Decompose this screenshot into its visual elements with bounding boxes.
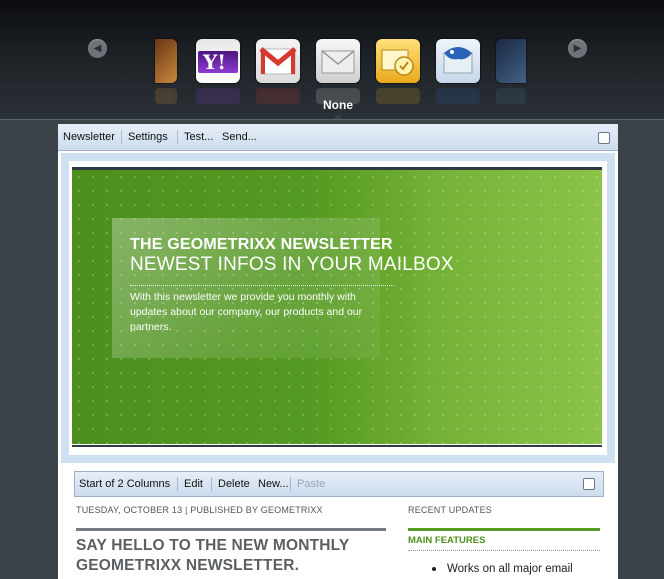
newsletter-editor: Newsletter Settings Test... Send... THE … xyxy=(58,124,618,579)
partial-right-client-icon[interactable] xyxy=(496,39,526,83)
toolbar-separator xyxy=(211,477,212,491)
test-button[interactable]: Test... xyxy=(184,131,213,143)
toolbar-separator xyxy=(177,477,178,491)
plain-envelope-icon[interactable] xyxy=(316,39,360,83)
delete-button[interactable]: Delete xyxy=(218,478,250,490)
new-button[interactable]: New... xyxy=(258,478,289,490)
partial-left-client-icon[interactable] xyxy=(155,39,177,83)
carousel-next-button[interactable]: ▶ xyxy=(568,39,587,58)
columns-toolbar: Start of 2 Columns Edit Delete New... Pa… xyxy=(74,471,604,497)
selected-client-label: None xyxy=(323,98,353,112)
settings-button[interactable]: Settings xyxy=(128,131,168,143)
paste-button[interactable]: Paste xyxy=(297,478,325,490)
yahoo-logo-text: Y! xyxy=(203,50,227,74)
toolbar-separator xyxy=(121,130,122,144)
banner-title: THE GEOMETRIXX NEWSLETTER xyxy=(130,236,393,253)
banner-container: THE GEOMETRIXX NEWSLETTER NEWEST INFOS I… xyxy=(69,161,607,455)
toolbar-separator xyxy=(177,130,178,144)
article-rule xyxy=(76,528,386,531)
banner-frame: THE GEOMETRIXX NEWSLETTER NEWEST INFOS I… xyxy=(61,153,615,463)
newsletter-toolbar: Newsletter Settings Test... Send... xyxy=(58,124,618,151)
feature-item: Works on all major email xyxy=(447,563,573,575)
start-columns-label[interactable]: Start of 2 Columns xyxy=(79,478,170,490)
banner-divider xyxy=(130,285,394,286)
carousel-previous-button[interactable]: ◀ xyxy=(88,39,107,58)
main-features-heading: MAIN FEATURES xyxy=(408,535,486,546)
yahoo-icon[interactable]: Y! xyxy=(196,39,240,83)
newsletter-banner[interactable]: THE GEOMETRIXX NEWSLETTER NEWEST INFOS I… xyxy=(72,167,602,444)
recent-updates-heading: RECENT UPDATES xyxy=(408,505,492,515)
gmail-icon[interactable] xyxy=(256,39,300,83)
carousel-divider xyxy=(0,119,664,120)
toolbar-collapse-checkbox[interactable] xyxy=(598,132,610,144)
toolbar-separator xyxy=(290,477,291,491)
edit-button[interactable]: Edit xyxy=(184,478,203,490)
banner-subtitle: NEWEST INFOS IN YOUR MAILBOX xyxy=(130,254,454,275)
banner-description: With this newsletter we provide you mont… xyxy=(130,291,363,333)
newsletter-menu-button[interactable]: Newsletter xyxy=(63,131,115,143)
columns-collapse-checkbox[interactable] xyxy=(583,478,595,490)
features-divider xyxy=(408,550,600,551)
article-headline[interactable]: SAY HELLO TO THE NEW MONTHLY GEOMETRIXX … xyxy=(76,536,396,576)
features-rule xyxy=(408,528,600,531)
outlook-icon[interactable] xyxy=(376,39,420,83)
thunderbird-icon[interactable] xyxy=(436,39,480,83)
banner-bottom-rule xyxy=(72,445,602,447)
send-button[interactable]: Send... xyxy=(222,131,257,143)
email-client-carousel: ◀ Y! ▶ None xyxy=(0,0,664,120)
article-meta: TUESDAY, OCTOBER 13 | PUBLISHED BY GEOME… xyxy=(76,505,323,515)
bullet-icon xyxy=(432,567,436,571)
